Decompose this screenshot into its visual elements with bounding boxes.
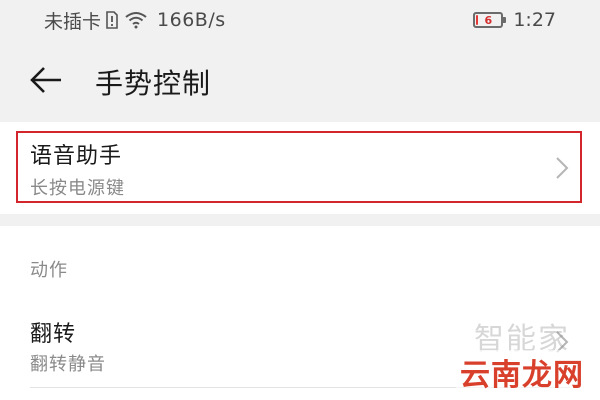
battery-icon: 6 [473, 12, 507, 28]
voice-assistant-row[interactable]: 语音助手 长按电源键 [0, 122, 600, 214]
divider [30, 387, 570, 388]
page-title: 手势控制 [95, 67, 212, 100]
carrier-label: 未插卡 [44, 10, 102, 33]
status-bar: 未插卡 166B/s 6 1:27 [0, 0, 600, 40]
clock: 1:27 [513, 9, 556, 31]
network-speed: 166B/s [157, 9, 226, 31]
chevron-right-icon [556, 331, 569, 353]
voice-assistant-title: 语音助手 [30, 144, 123, 169]
back-button[interactable] [26, 60, 66, 100]
app-bar: 手势控制 [0, 40, 600, 124]
flip-title: 翻转 [30, 322, 77, 347]
no-sim-icon [105, 11, 119, 29]
flip-subtitle: 翻转静音 [30, 354, 106, 375]
flip-row[interactable]: 翻转 翻转静音 [0, 294, 600, 400]
section-header-actions: 动作 [30, 260, 68, 281]
wifi-icon [125, 11, 147, 29]
arrow-left-icon [30, 67, 61, 93]
status-right: 6 1:27 [473, 8, 556, 32]
voice-assistant-subtitle: 长按电源键 [30, 178, 125, 199]
chevron-right-icon [556, 157, 569, 179]
voice-assistant-card: 语音助手 长按电源键 [0, 122, 600, 214]
battery-level-fill [476, 15, 479, 25]
status-left: 未插卡 166B/s [44, 8, 226, 33]
actions-card: 动作 翻转 翻转静音 [0, 226, 600, 400]
battery-percent: 6 [484, 13, 493, 27]
